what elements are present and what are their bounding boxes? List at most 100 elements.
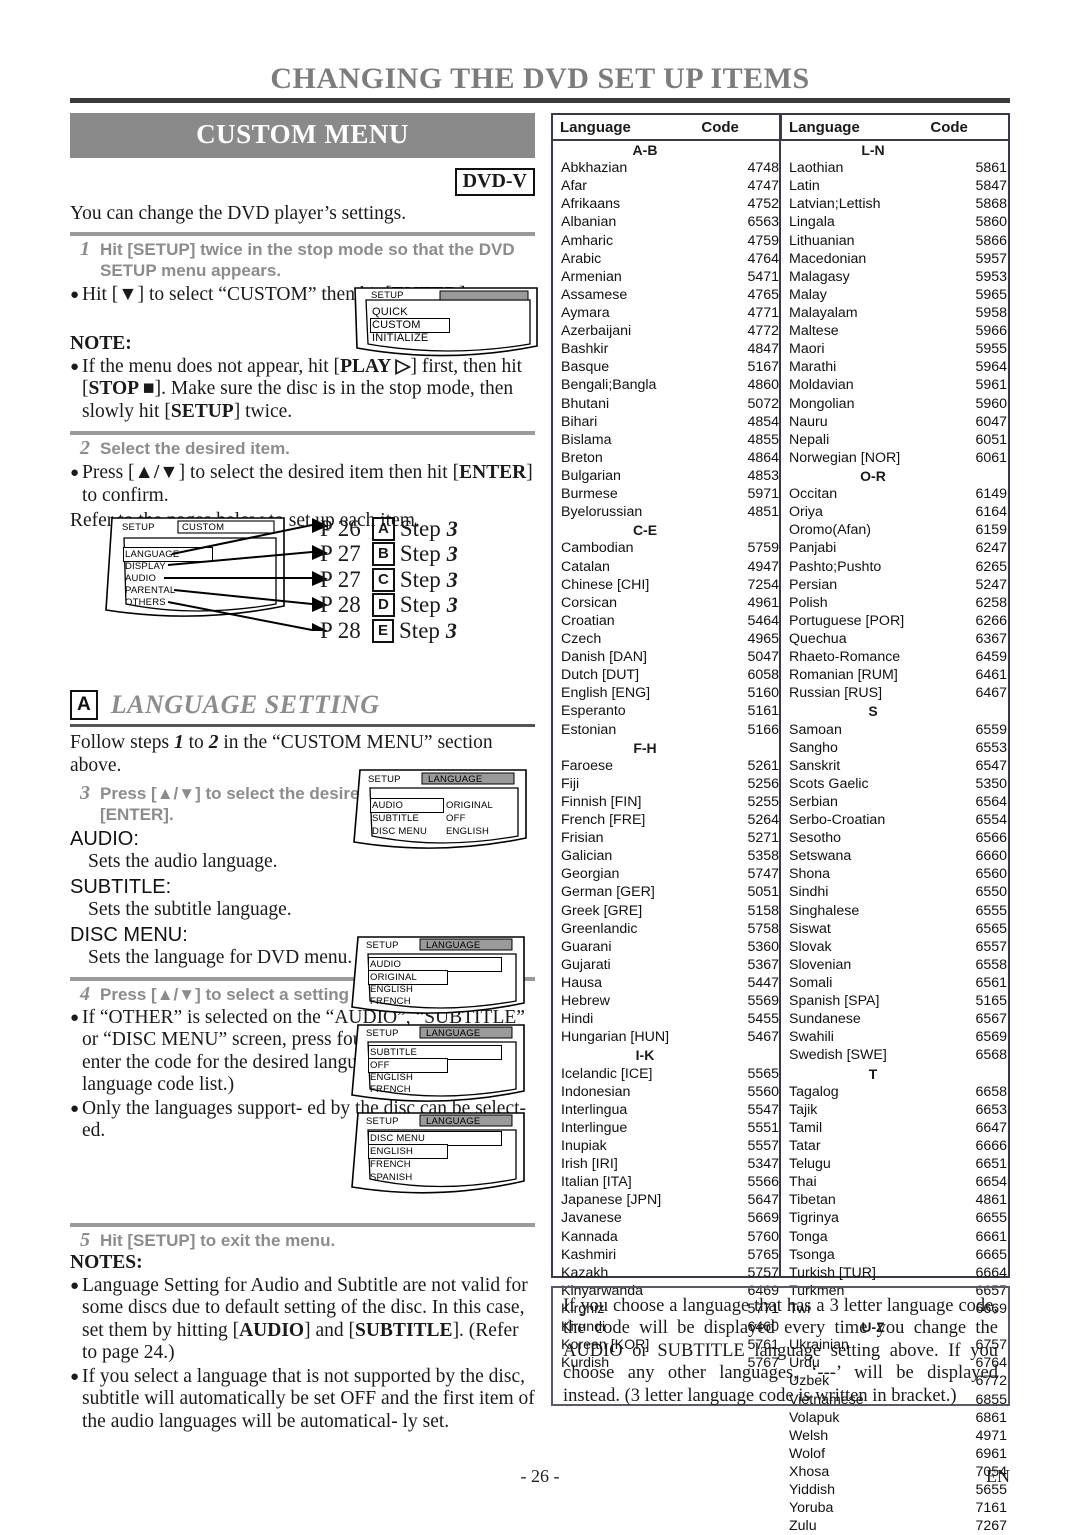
language-name: Estonian	[561, 721, 617, 738]
language-code: 4947	[747, 558, 779, 575]
three-letter-code-note: If you choose a language that has a 3 le…	[551, 1286, 1010, 1406]
language-code: 5350	[975, 775, 1007, 792]
table-row: Gujarati 5367	[553, 956, 779, 974]
language-name: Tatar	[789, 1138, 821, 1155]
pointer-page: P 28	[320, 592, 361, 618]
table-row: Cambodian 5759	[553, 539, 779, 557]
language-group-heading: T	[868, 1065, 878, 1082]
language-code: 6047	[975, 413, 1007, 430]
language-code-table: Language Code Language Code A-B Abkhazian…	[551, 113, 1010, 1534]
osd-discmenu-french: FRENCH	[370, 1159, 411, 1170]
table-row: Tigrinya 6655	[781, 1209, 1007, 1227]
language-name: Russian [RUS]	[789, 685, 883, 702]
pointer-step-label: Step	[399, 617, 440, 643]
language-name: Finnish [FIN]	[561, 793, 642, 810]
table-row: Bislama 4855	[553, 431, 779, 449]
language-name: Welsh	[789, 1427, 829, 1444]
table-row: Tonga 6661	[781, 1228, 1007, 1246]
table-row: Malagasy 5953	[781, 268, 1007, 286]
language-name: Italian [ITA]	[561, 1174, 632, 1191]
audio-key-label: AUDIO	[239, 1319, 305, 1341]
language-name: Shona	[789, 866, 831, 883]
language-name: Singhalese	[789, 902, 860, 919]
table-row: Bihari 4854	[553, 413, 779, 431]
table-row: Zulu 7267	[781, 1517, 1007, 1535]
table-row: Tamil 6647	[781, 1119, 1007, 1137]
language-name: Romanian [RUM]	[789, 667, 898, 684]
language-code: 6553	[975, 739, 1007, 756]
table-row: Swedish [SWE] 6568	[781, 1046, 1007, 1064]
language-name: Croatian	[561, 612, 615, 629]
section-a-heading: A LANGUAGE SETTING	[70, 690, 535, 720]
language-name: Latvian;Lettish	[789, 196, 881, 213]
language-code: 6149	[975, 486, 1007, 503]
table-row: Tatar 6666	[781, 1137, 1007, 1155]
osd-audio-original: ORIGINAL	[370, 972, 417, 983]
table-row: Frisian 5271	[553, 829, 779, 847]
language-code: 5072	[747, 395, 779, 412]
table-row: Interlingue 5551	[553, 1119, 779, 1137]
language-code: 5161	[747, 703, 779, 720]
table-row: Portuguese [POR] 6266	[781, 612, 1007, 630]
language-group-heading: C-E	[632, 522, 658, 539]
press-label: Press [	[82, 462, 135, 483]
osd-row-discmenu-name: DISC MENU	[372, 826, 428, 837]
language-code: 5566	[747, 1174, 779, 1191]
step-2-text: Select the desired item.	[100, 439, 290, 458]
language-code: 5464	[747, 612, 779, 629]
follow-t2: to	[183, 731, 209, 753]
language-name: Armenian	[561, 268, 622, 285]
language-name: Tamil	[789, 1119, 823, 1136]
language-name: Slovak	[789, 938, 832, 955]
osd-subtitle-header: SUBTITLE	[370, 1047, 417, 1058]
language-code: 7161	[975, 1500, 1007, 1517]
bullet-dot-icon: ●	[70, 1100, 80, 1117]
language-name: Irish [IRI]	[561, 1156, 618, 1173]
language-name: Lingala	[789, 214, 835, 231]
language-name: Basque	[561, 359, 610, 376]
language-name: Sesotho	[789, 830, 842, 847]
language-code: 5347	[747, 1156, 779, 1173]
table-row: Setswana 6660	[781, 847, 1007, 865]
language-name: Pashto;Pushto	[789, 558, 882, 575]
table-row: Kazakh 5757	[553, 1264, 779, 1282]
language-code: 5860	[975, 214, 1007, 231]
language-name: Sangho	[789, 739, 838, 756]
language-table-columns: A-B Abkhazian 4748 Afar 4747 Afrikaans 4752 Alb…	[553, 141, 1008, 1534]
table-row: Italian [ITA] 5566	[553, 1173, 779, 1191]
language-name: Persian	[789, 576, 838, 593]
osd-subtitle-off: OFF	[370, 1060, 390, 1071]
osd-setup-title: SETUP	[371, 290, 404, 301]
note-t4: ] twice.	[233, 400, 293, 422]
language-code: 4752	[747, 196, 779, 213]
language-name: Japanese [JPN]	[561, 1192, 662, 1209]
final-note-2: ● If you select a language that is not s…	[70, 1366, 535, 1434]
language-code: 6061	[975, 449, 1007, 466]
language-name: Tsonga	[789, 1246, 835, 1263]
table-row: Oromo(Afan) 6159	[781, 521, 1007, 539]
language-name: Setswana	[789, 848, 852, 865]
osd-tab-language: LANGUAGE	[426, 1116, 481, 1127]
language-code: 6651	[975, 1156, 1007, 1173]
language-code: 6861	[975, 1409, 1007, 1426]
final-note-1: ● Language Setting for Audio and Subtitl…	[70, 1275, 535, 1365]
language-name: Hebrew	[561, 993, 610, 1010]
follow-n2: 2	[208, 731, 219, 753]
language-code: 5247	[975, 576, 1007, 593]
osd-audio-header: AUDIO	[370, 959, 402, 970]
osd-tab-language: LANGUAGE	[428, 774, 483, 785]
language-name: Siswat	[789, 920, 831, 937]
step-divider-4	[70, 1222, 535, 1227]
language-name: Bislama	[561, 431, 612, 448]
language-name: Lithuanian	[789, 232, 855, 249]
step-4-number: 4	[80, 982, 90, 1005]
table-row: Byelorussian 4851	[553, 503, 779, 521]
language-group-heading: F-H	[633, 739, 657, 756]
osd-item-quick: QUICK	[372, 306, 408, 318]
language-column-left: A-B Abkhazian 4748 Afar 4747 Afrikaans 4752 Alb…	[553, 141, 779, 1371]
osd-row-subtitle-name: SUBTITLE	[372, 813, 419, 824]
language-name: English [ENG]	[561, 685, 651, 702]
table-row: Spanish [SPA] 5165	[781, 992, 1007, 1010]
language-code: 6266	[975, 612, 1007, 629]
language-code: 5747	[747, 866, 779, 883]
